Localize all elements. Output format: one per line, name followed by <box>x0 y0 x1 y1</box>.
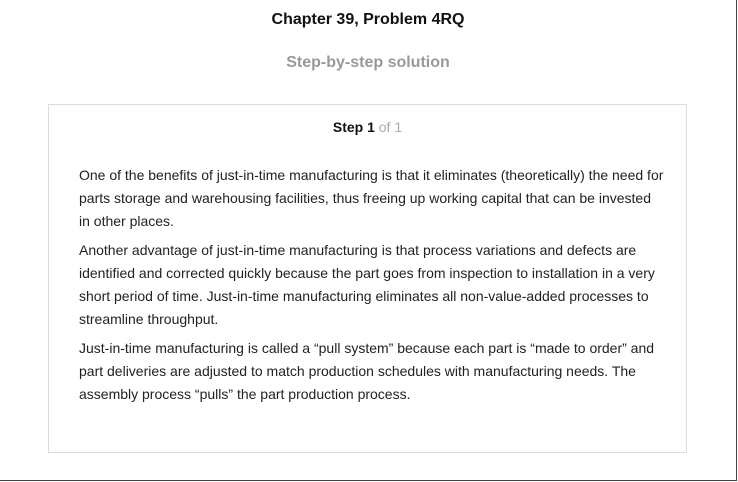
solution-paragraph: Just-in-time manufacturing is called a “… <box>79 340 655 402</box>
page-title: Chapter 39, Problem 4RQ <box>271 11 465 28</box>
step-label: Step 1 <box>332 119 375 135</box>
solution-paragraph: One of the benefits of just-in-time manu… <box>79 167 664 229</box>
step-content: One of the benefits of just-in-time manu… <box>79 164 664 412</box>
step-count: of 1 <box>378 119 403 135</box>
step-card: Step 1 of 1 One of the benefits of just-… <box>48 104 687 453</box>
step-header: Step 1 of 1 <box>49 119 686 135</box>
solution-paragraph: Another advantage of just-in-time manufa… <box>79 242 655 327</box>
solution-page: Chapter 39, Problem 4RQ Step-by-step sol… <box>0 0 737 481</box>
page-subtitle: Step-by-step solution <box>286 54 450 71</box>
